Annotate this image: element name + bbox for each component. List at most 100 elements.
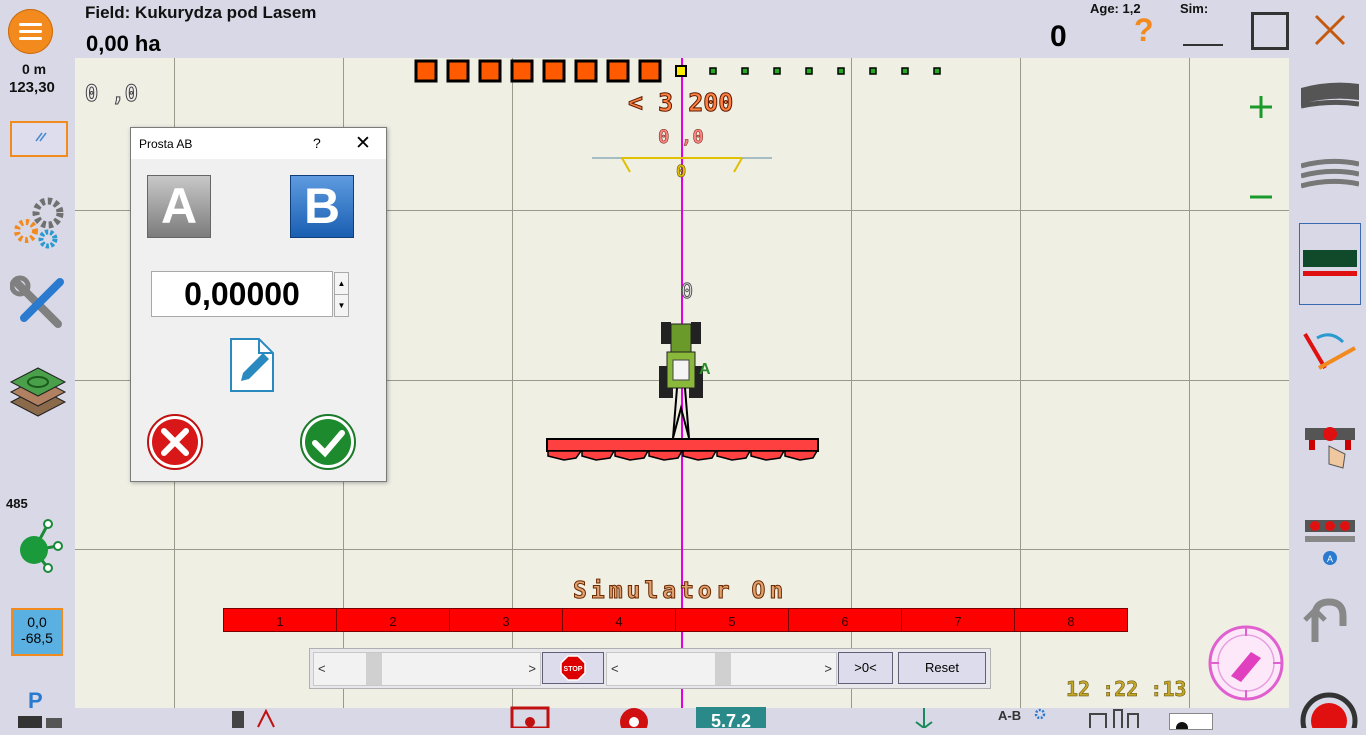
lightbar-value: < 3 200 [627,88,734,118]
cancel-button[interactable] [147,414,203,470]
spin-down-icon[interactable]: ▼ [335,295,348,316]
section-square-on [446,59,470,83]
layer-second-button[interactable] [1300,158,1360,194]
dialog-close-button[interactable]: ✕ [355,132,371,155]
hamburger-menu-icon[interactable] [8,9,53,54]
gear-icon [1034,708,1046,720]
u-turn-button[interactable] [1303,596,1353,646]
point-b-button[interactable]: B [290,175,354,238]
slider-right-arrow[interactable]: > [528,661,536,676]
heading-spinner[interactable]: ▲ ▼ [334,272,349,317]
flag-button[interactable] [510,706,550,730]
section-square-on [478,59,502,83]
implement-layout-icon[interactable] [1086,708,1140,728]
slider-left-arrow[interactable]: < [611,661,619,676]
section-square-on [414,59,438,83]
worked-area: 0,00 ha [86,31,161,56]
minimize-button[interactable] [1183,44,1223,46]
field-screen-button[interactable] [10,121,68,157]
dialog-title: Prosta AB [139,137,193,151]
sim-label: Sim: [1180,1,1209,16]
auto-section-button[interactable]: A [1303,514,1357,568]
p-label[interactable]: P [28,688,43,714]
section-control-bar: 1 2 3 4 5 6 7 8 [223,608,1128,632]
close-app-button[interactable] [1310,10,1350,50]
section-manual-button[interactable] [1303,420,1357,472]
settings-button[interactable] [10,195,68,251]
steer-slider[interactable]: < > [313,652,541,686]
counter-value: 0 [1050,20,1067,53]
cross-track-error: 0 ,0 [658,126,704,149]
record-point-button[interactable] [616,706,652,735]
section-button-2[interactable]: 2 [336,608,450,632]
steering-wheel-button[interactable] [1299,691,1359,728]
right-sidebar: A [1249,58,1366,728]
boundary-view-button[interactable] [1299,223,1361,305]
section-button-1[interactable]: 1 [223,608,337,632]
section-square-off [805,67,813,75]
north-arrow-icon [914,708,934,730]
tractor-settings-icon[interactable] [228,707,282,728]
section-square-on [606,59,630,83]
section-square-on [542,59,566,83]
hardware-icon[interactable] [16,714,64,728]
ok-button[interactable] [300,414,356,470]
speed-slider[interactable]: < > [606,652,837,686]
help-icon[interactable]: ? [1134,12,1154,49]
curve-button[interactable] [1301,328,1361,376]
point-a-button[interactable]: A [147,175,211,238]
autosteer-button[interactable] [1207,624,1285,702]
speed-slider-thumb[interactable] [715,653,731,685]
section-button-8[interactable]: 8 [1014,608,1128,632]
slash-icon [35,132,47,142]
dialog-body: A B 0,00000 ▲ ▼ [131,159,386,481]
road-layer-icon [1300,82,1360,109]
auto-section-icon: A [1305,520,1355,565]
dialog-help-button[interactable]: ? [313,135,321,151]
field-name: Field: Kukurydza pod Lasem [85,3,317,22]
satellite-count: 485 [6,496,28,511]
gps-button[interactable] [12,516,66,574]
zero-speed-button[interactable]: >0< [838,652,893,684]
reset-button[interactable]: Reset [898,652,986,684]
ab-line-button[interactable]: A-B [998,707,1050,728]
section-button-7[interactable]: 7 [901,608,1015,632]
svg-text:A: A [699,361,711,378]
section-square-off [837,67,845,75]
section-button-5[interactable]: 5 [675,608,789,632]
layer-top-button[interactable] [1300,78,1360,114]
stop-button[interactable]: STOP [542,652,604,684]
section-button-4[interactable]: 4 [562,608,676,632]
field-layers-button[interactable] [9,362,67,422]
section-button-6[interactable]: 6 [788,608,902,632]
checkmark-icon [300,414,356,470]
heading-input[interactable]: 0,00000 [151,271,333,317]
left-sidebar: 0 m 123,30 485 0,0 -68,5 P [0,58,75,728]
edit-button[interactable] [229,337,275,393]
simulator-status: Simulator On [572,578,788,605]
svg-text:STOP: STOP [564,666,583,673]
clock: 12 :22 :13 [1066,677,1187,702]
zoom-out-icon[interactable] [1248,190,1274,204]
section-square-on [638,59,662,83]
ab-label: A-B [998,708,1022,723]
boundary-view-dark [1303,250,1357,267]
field-layers-icon [9,367,67,417]
maximize-button[interactable] [1251,12,1289,50]
implement-boom [546,438,819,462]
slider-left-arrow[interactable]: < [318,661,326,676]
ab-line-dialog: Prosta AB ? ✕ A B 0,00000 ▲ ▼ [130,127,387,482]
camera-button[interactable] [1169,713,1213,734]
spin-up-icon[interactable]: ▲ [335,273,348,295]
close-icon [1314,14,1346,46]
tools-button[interactable] [9,274,68,332]
distance-readout: 0 m [22,61,47,77]
section-square-off [773,67,781,75]
steer-slider-thumb[interactable] [366,653,382,685]
zoom-in-icon[interactable] [1248,94,1274,120]
slider-right-arrow[interactable]: > [824,661,832,676]
section-square-off [709,67,717,75]
section-button-3[interactable]: 3 [449,608,563,632]
center-marker [675,65,687,77]
offset-button[interactable]: 0,0 -68,5 [11,608,63,656]
